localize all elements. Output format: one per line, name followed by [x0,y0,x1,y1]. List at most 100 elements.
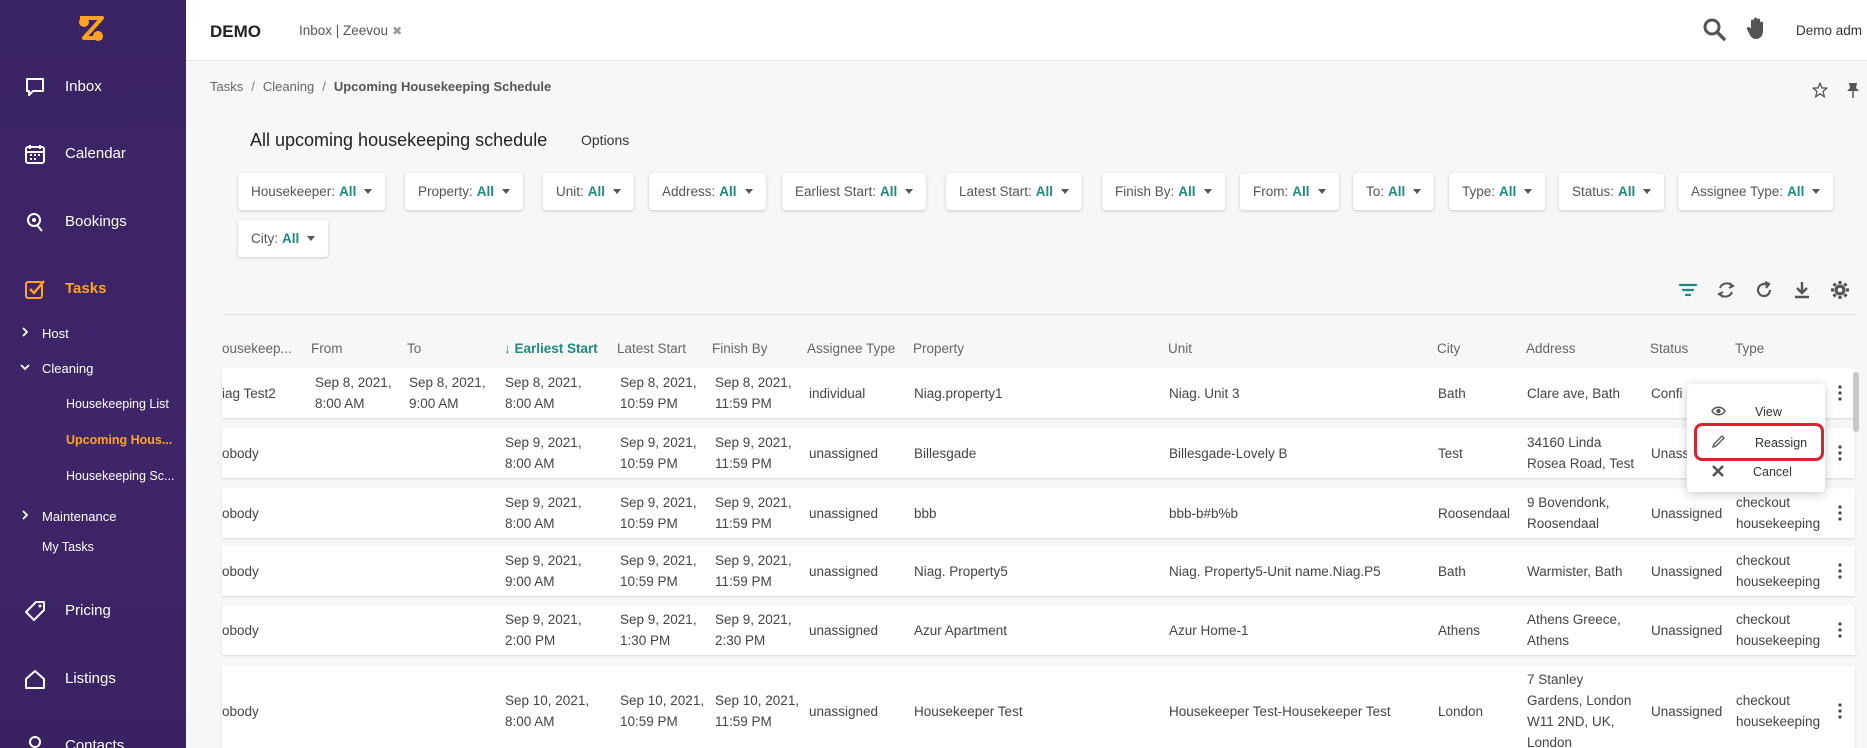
sidebar-item-inbox[interactable]: Inbox [0,66,186,106]
table-row[interactable]: iag Test2 Sep 8, 2021, 8:00 AM Sep 8, 2021,… [222,368,1855,418]
refresh-icon[interactable] [1754,280,1774,300]
table-row[interactable]: obody Sep 10, 2021, 8:00 AM Sep 10, 2021, 10… [222,666,1855,748]
pin-icon[interactable] [1846,82,1860,98]
column-header-housekeeper[interactable]: ousekeep... [222,341,292,356]
menu-item-view[interactable]: View [1687,396,1825,426]
tab-close-icon[interactable]: ✖ [392,24,402,38]
zeevou-logo-icon[interactable] [76,14,106,44]
cell-property: Housekeeper Test [914,701,1023,722]
column-header-earliest-start[interactable]: ↓ Earliest Start [504,341,598,356]
chevron-down-icon [20,364,30,371]
column-header-city[interactable]: City [1437,341,1460,356]
cell-unit: Azur Home-1 [1169,620,1249,641]
cell-latest-start-line: 10:59 PM [620,714,678,729]
cell-earliest-start-line: 8:00 AM [505,396,555,411]
download-icon[interactable] [1792,280,1812,300]
cell-earliest-start: Sep 8, 2021, 8:00 AM [505,372,582,414]
filter-housekeeper[interactable]: Housekeeper: All [238,173,386,210]
cell-property-line: Azur Apartment [914,623,1008,638]
sidebar-item-housekeeping-list[interactable]: Housekeeping List [66,397,186,423]
cell-latest-start: Sep 9, 2021, 1:30 PM [620,609,697,651]
hand-icon[interactable] [1746,16,1768,40]
table-scrollbar[interactable] [1853,372,1859,432]
sync-icon[interactable] [1716,280,1736,300]
cell-address-line: London [1527,735,1573,748]
filter-value: All [1292,184,1310,199]
filter-earliest-start[interactable]: Earliest Start: All [782,173,927,210]
cell-assignee-type-line: unassigned [809,704,879,719]
tab-inbox[interactable]: Inbox | Zeevou ✖ [299,23,402,38]
user-menu[interactable]: Demo adm [1796,23,1862,38]
filter-label: Housekeeper: [251,184,336,199]
cell-to: Sep 8, 2021, 9:00 AM [409,372,486,414]
menu-item-label: Cancel [1753,465,1792,479]
sidebar-item-my-tasks[interactable]: My Tasks [42,540,162,566]
table-row[interactable]: obody Sep 9, 2021, 9:00 AM Sep 9, 2021, 10:5… [222,546,1855,596]
row-actions-kebab-icon[interactable] [1837,384,1843,402]
filter-status[interactable]: Status: All [1559,173,1665,210]
sidebar-item-maintenance[interactable]: Maintenance [0,503,186,531]
star-icon[interactable] [1812,82,1828,98]
table-row[interactable]: obody Sep 9, 2021, 2:00 PM Sep 9, 2021, 1:30… [222,605,1855,655]
sidebar-item-upcoming-housekeeping[interactable]: Upcoming Hous... [66,433,186,459]
breadcrumb-tasks[interactable]: Tasks [210,79,243,94]
column-header-finish-by[interactable]: Finish By [712,341,768,356]
filter-city[interactable]: City: All [238,220,329,257]
cell-type-line: housekeeping [1736,516,1821,531]
sidebar-item-listings[interactable]: Listings [0,658,186,698]
cell-latest-start: Sep 9, 2021, 10:59 PM [620,492,697,534]
column-header-latest-start[interactable]: Latest Start [617,341,686,356]
filter-list-icon[interactable] [1678,280,1698,300]
row-actions-kebab-icon[interactable] [1837,562,1843,580]
sidebar-item-bookings[interactable]: Bookings [0,201,186,241]
gear-icon[interactable] [1830,280,1850,300]
cell-housekeeper: obody [222,701,307,722]
filter-value: All [880,184,898,199]
filter-finish-by[interactable]: Finish By: All [1102,173,1225,210]
column-header-address[interactable]: Address [1526,341,1576,356]
sidebar-item-tasks[interactable]: Tasks [0,268,186,308]
column-header-assignee-type[interactable]: Assignee Type [807,341,895,356]
column-header-type[interactable]: Type [1735,341,1764,356]
user-icon [29,736,41,748]
sidebar-item-cleaning[interactable]: Cleaning [0,355,186,383]
column-header-status[interactable]: Status [1650,341,1688,356]
sidebar-item-calendar[interactable]: Calendar [0,133,186,173]
options-button[interactable]: Options [581,132,629,148]
filter-type[interactable]: Type: All [1449,173,1546,210]
table-row[interactable]: obody Sep 9, 2021, 8:00 AM Sep 9, 2021, 10:5… [222,488,1855,538]
column-header-from[interactable]: From [311,341,343,356]
sidebar-item-housekeeping-schedule[interactable]: Housekeeping Sc... [66,469,186,495]
filter-label: Address: [662,184,716,199]
sidebar-item-pricing[interactable]: Pricing [0,590,186,630]
caret-down-icon [502,189,511,194]
filter-value: All [282,231,300,246]
caret-down-icon [613,189,622,194]
filter-unit[interactable]: Unit: All [543,173,635,210]
cell-housekeeper-line: obody [222,564,259,579]
column-header-unit[interactable]: Unit [1168,341,1192,356]
filter-label: From: [1253,184,1289,199]
row-actions-kebab-icon[interactable] [1837,504,1843,522]
filter-to[interactable]: To: All [1353,173,1435,210]
breadcrumb-cleaning[interactable]: Cleaning [263,79,314,94]
row-actions-kebab-icon[interactable] [1837,621,1843,639]
column-header-property[interactable]: Property [913,341,964,356]
filter-latest-start[interactable]: Latest Start: All [946,173,1083,210]
table-row[interactable]: obody Sep 9, 2021, 8:00 AM Sep 9, 2021, 10:5… [222,428,1855,478]
filter-from[interactable]: From: All [1240,173,1339,210]
filter-assignee-type[interactable]: Assignee Type: All [1678,173,1834,210]
sidebar-item-host[interactable]: Host [0,320,186,348]
row-actions-kebab-icon[interactable] [1837,702,1843,720]
search-icon[interactable] [1702,17,1726,41]
cell-assignee-type: individual [809,383,865,404]
sidebar-item-contacts[interactable]: Contacts [0,725,186,748]
cell-address-line: Athens Greece, [1527,612,1621,627]
row-actions-kebab-icon[interactable] [1837,444,1843,462]
cell-address: 34160 Linda Rosea Road, Test [1527,432,1634,474]
column-header-to[interactable]: To [407,341,421,356]
tab-label: Inbox | Zeevou [299,23,389,38]
filter-address[interactable]: Address: All [649,173,766,210]
filter-property[interactable]: Property: All [405,173,524,210]
cell-unit-line: Housekeeper Test-Housekeeper Test [1169,704,1391,719]
